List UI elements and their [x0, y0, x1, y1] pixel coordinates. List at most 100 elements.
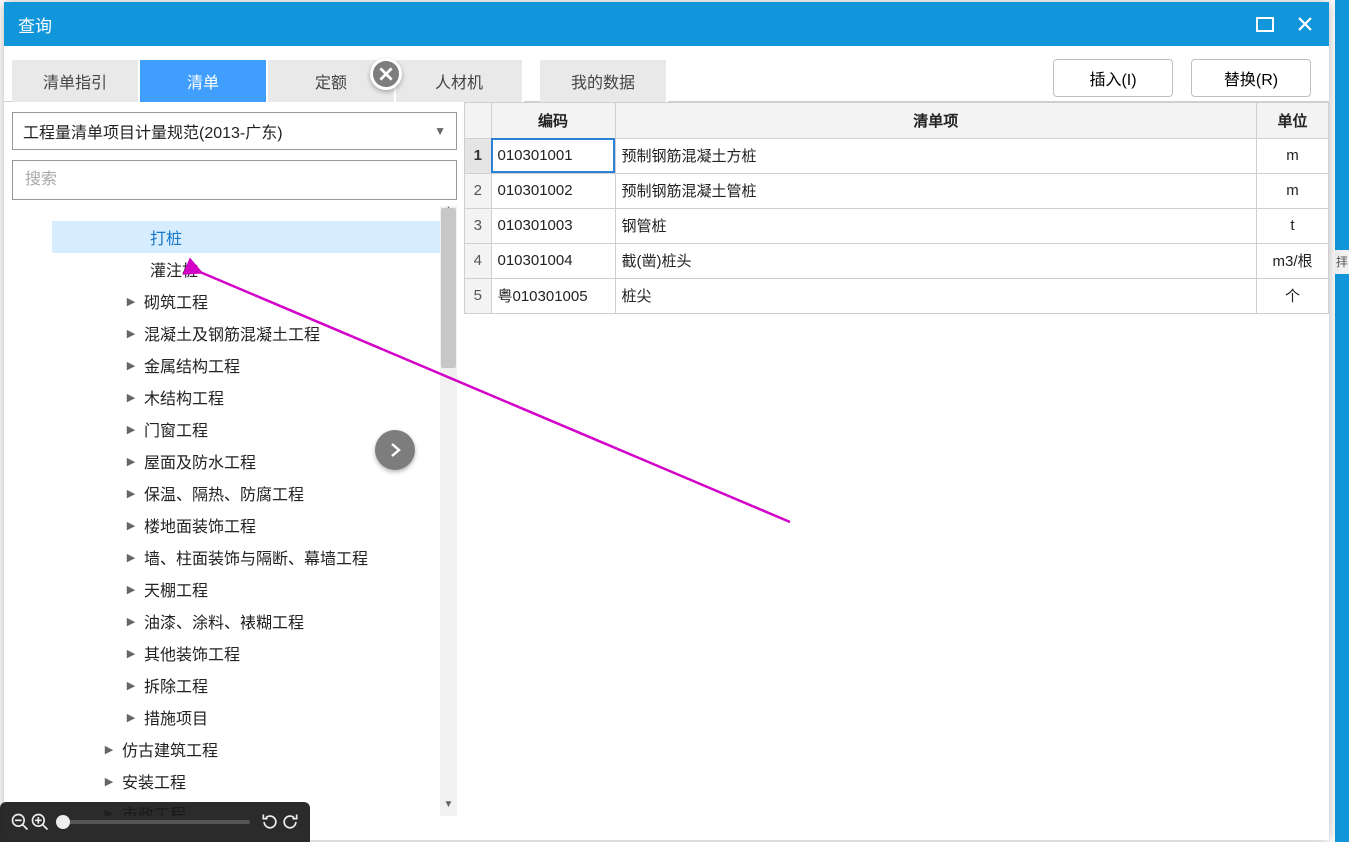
- tree-scrollbar[interactable]: ▲ ▼: [440, 206, 457, 816]
- row-item[interactable]: 桩尖: [615, 278, 1257, 313]
- tree-node-label: 油漆、涂料、裱糊工程: [144, 609, 304, 633]
- tab-row: 清单指引清单定额人材机我的数据 插入(I) 替换(R): [4, 60, 1329, 102]
- tree-node-label: 混凝土及钢筋混凝土工程: [144, 321, 320, 345]
- zoom-in-icon: [30, 812, 50, 832]
- expand-icon: ▶: [124, 551, 138, 564]
- spec-select[interactable]: 工程量清单项目计量规范(2013-广东) ▼: [12, 112, 457, 150]
- expand-icon: ▶: [124, 487, 138, 500]
- tree-node[interactable]: ▶ 楼地面装饰工程: [52, 509, 440, 541]
- tree-node-label: 墙、柱面装饰与隔断、幕墙工程: [144, 545, 368, 569]
- table-row[interactable]: 2010301002预制钢筋混凝土管桩m: [465, 173, 1329, 208]
- tree-node-label: 天棚工程: [144, 577, 208, 601]
- insert-button[interactable]: 插入(I): [1053, 59, 1173, 97]
- expand-icon: ▶: [124, 711, 138, 724]
- zoom-in-button[interactable]: [30, 812, 50, 832]
- overlay-next-button[interactable]: [375, 430, 415, 470]
- background-app-strip: [1335, 0, 1349, 842]
- tree-node[interactable]: ▶ 保温、隔热、防腐工程: [52, 477, 440, 509]
- expand-icon: ▶: [124, 679, 138, 692]
- expand-icon: ▶: [124, 519, 138, 532]
- tree-node[interactable]: ▶ 混凝土及钢筋混凝土工程: [52, 317, 440, 349]
- col-header-item[interactable]: 清单项: [615, 103, 1257, 138]
- row-code[interactable]: 010301002: [491, 173, 615, 208]
- row-unit: m: [1257, 138, 1329, 173]
- result-table: 编码 清单项 单位 1010301001预制钢筋混凝土方桩m2010301002…: [465, 103, 1329, 314]
- right-panel: 编码 清单项 单位 1010301001预制钢筋混凝土方桩m2010301002…: [464, 102, 1329, 842]
- rotate-button[interactable]: [280, 812, 300, 832]
- tree-node[interactable]: ▶金属结构工程: [52, 349, 440, 381]
- overlay-close-button[interactable]: [370, 58, 402, 90]
- row-unit: m3/根: [1257, 243, 1329, 278]
- row-index: 3: [465, 208, 491, 243]
- tree-node[interactable]: ▶砌筑工程: [52, 285, 440, 317]
- tree-node[interactable]: ▶天棚工程: [52, 573, 440, 605]
- tree-node[interactable]: ▶措施项目: [52, 701, 440, 733]
- tree-node-label: 打桩: [150, 225, 182, 249]
- row-code[interactable]: 010301001: [491, 138, 615, 173]
- row-code[interactable]: 粤010301005: [491, 278, 615, 313]
- zoom-out-button[interactable]: [10, 812, 30, 832]
- titlebar: 查询: [4, 2, 1329, 46]
- row-unit: 个: [1257, 278, 1329, 313]
- chevron-right-icon: [387, 442, 403, 458]
- rotate-cw-icon: [280, 812, 300, 832]
- tree-node[interactable]: ▶拆除工程: [52, 669, 440, 701]
- row-item[interactable]: 预制钢筋混凝土管桩: [615, 173, 1257, 208]
- tree-node-label: 保温、隔热、防腐工程: [144, 481, 304, 505]
- col-header-code[interactable]: 编码: [491, 103, 615, 138]
- search-input-wrap: [12, 160, 457, 200]
- replace-button[interactable]: 替换(R): [1191, 59, 1311, 97]
- scroll-thumb[interactable]: [441, 208, 456, 368]
- tree-node[interactable]: ▶仿古建筑工程: [52, 733, 440, 765]
- tree-node[interactable]: 灌注桩: [52, 253, 440, 285]
- table-row[interactable]: 5粤010301005桩尖个: [465, 278, 1329, 313]
- row-item[interactable]: 预制钢筋混凝土方桩: [615, 138, 1257, 173]
- scroll-down-icon: ▼: [441, 799, 456, 814]
- tree-node[interactable]: ▶ 安装工程: [52, 765, 440, 797]
- maximize-button[interactable]: [1255, 14, 1275, 34]
- category-tree[interactable]: 打桩灌注桩▶砌筑工程▶混凝土及钢筋混凝土工程▶金属结构工程▶木结构工程▶门窗工程…: [12, 221, 440, 816]
- tab-1[interactable]: 清单: [140, 60, 268, 102]
- tree-node-label: 灌注桩: [150, 257, 198, 281]
- table-row[interactable]: 1010301001预制钢筋混凝土方桩m: [465, 138, 1329, 173]
- maximize-icon: [1256, 17, 1274, 32]
- col-header-unit[interactable]: 单位: [1257, 103, 1329, 138]
- zoom-slider[interactable]: [60, 820, 250, 824]
- tree-node[interactable]: ▶油漆、涂料、裱糊工程: [52, 605, 440, 637]
- tree-node[interactable]: ▶其他装饰工程: [52, 637, 440, 669]
- row-unit: m: [1257, 173, 1329, 208]
- tab-3[interactable]: 人材机: [396, 60, 524, 102]
- tree-node[interactable]: ▶ 木结构工程: [52, 381, 440, 413]
- tree-node-label: 楼地面装饰工程: [144, 513, 256, 537]
- col-header-index: [465, 103, 491, 138]
- expand-icon: ▶: [124, 391, 138, 404]
- tab-4[interactable]: 我的数据: [540, 60, 668, 102]
- row-index: 5: [465, 278, 491, 313]
- close-button[interactable]: [1295, 14, 1315, 34]
- close-icon: [377, 65, 395, 83]
- row-item[interactable]: 截(凿)桩头: [615, 243, 1257, 278]
- tree-node-label: 安装工程: [122, 769, 186, 793]
- row-code[interactable]: 010301003: [491, 208, 615, 243]
- chevron-down-icon: ▼: [434, 124, 446, 138]
- tab-0[interactable]: 清单指引: [12, 60, 140, 102]
- tree-node-label: 门窗工程: [144, 417, 208, 441]
- row-item[interactable]: 钢管桩: [615, 208, 1257, 243]
- expand-icon: ▶: [124, 359, 138, 372]
- slider-knob[interactable]: [56, 815, 70, 829]
- row-code[interactable]: 010301004: [491, 243, 615, 278]
- expand-icon: ▶: [124, 327, 138, 340]
- tree-node-label: 仿古建筑工程: [122, 737, 218, 761]
- reset-button[interactable]: [260, 812, 280, 832]
- zoom-out-icon: [10, 812, 30, 832]
- expand-icon: ▶: [124, 423, 138, 436]
- table-row[interactable]: 3010301003钢管桩t: [465, 208, 1329, 243]
- tree-node[interactable]: ▶ 墙、柱面装饰与隔断、幕墙工程: [52, 541, 440, 573]
- expand-icon: ▶: [102, 775, 116, 788]
- search-input[interactable]: [23, 170, 446, 190]
- tree-node[interactable]: 打桩: [52, 221, 440, 253]
- viewer-toolbar: [0, 802, 310, 842]
- row-unit: t: [1257, 208, 1329, 243]
- tree-node-label: 木结构工程: [144, 385, 224, 409]
- table-row[interactable]: 4010301004截(凿)桩头m3/根: [465, 243, 1329, 278]
